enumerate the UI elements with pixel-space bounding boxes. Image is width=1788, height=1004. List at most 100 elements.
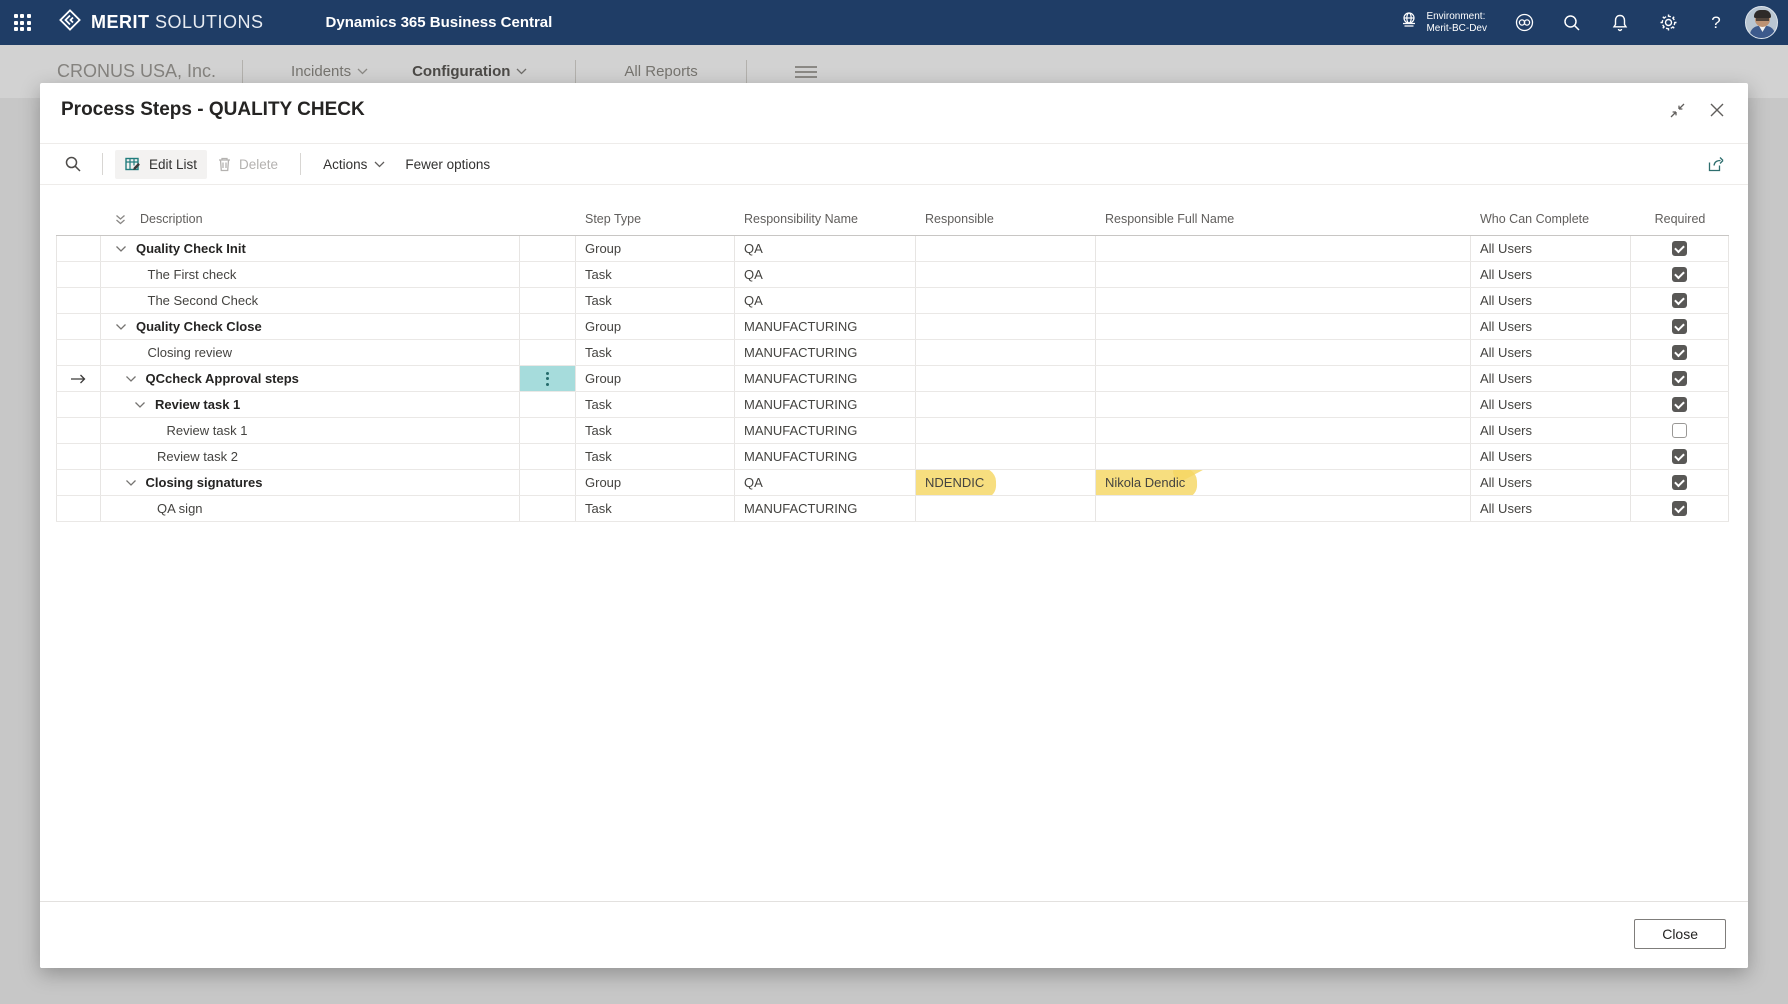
responsible-full-name-cell[interactable]: Nikola Dendic (1096, 470, 1471, 495)
row-selector-cell[interactable] (56, 418, 101, 443)
responsible-cell[interactable] (916, 314, 1096, 339)
responsibility-name-cell[interactable]: QA (735, 236, 916, 261)
responsibility-name-cell[interactable]: MANUFACTURING (735, 366, 916, 391)
delete-button[interactable]: Delete (207, 150, 288, 178)
row-selector-cell[interactable] (56, 496, 101, 521)
table-row[interactable]: Review task 1TaskMANUFACTURINGAll Users (56, 418, 1729, 444)
column-header-required[interactable]: Required (1631, 212, 1729, 235)
share-icon[interactable] (1701, 149, 1732, 179)
responsible-full-name-cell[interactable] (1096, 340, 1471, 365)
description-cell[interactable]: Review task 2 (101, 444, 520, 469)
close-dialog-icon[interactable] (1704, 97, 1730, 123)
table-row[interactable]: QCcheck Approval stepsGroupMANUFACTURING… (56, 366, 1729, 392)
table-row[interactable]: Review task 1TaskMANUFACTURINGAll Users (56, 392, 1729, 418)
description-cell[interactable]: Quality Check Close (101, 314, 520, 339)
company-name[interactable]: CRONUS USA, Inc. (57, 61, 216, 82)
chevron-down-icon[interactable] (115, 245, 127, 253)
required-cell[interactable] (1631, 444, 1729, 469)
close-button[interactable]: Close (1634, 919, 1726, 949)
description-cell[interactable]: QCcheck Approval steps (101, 366, 520, 391)
row-options-cell[interactable] (520, 340, 576, 365)
row-options-cell[interactable] (520, 366, 576, 391)
who-can-complete-cell[interactable]: All Users (1471, 496, 1631, 521)
required-cell[interactable] (1631, 314, 1729, 339)
notifications-bell-icon[interactable] (1601, 4, 1639, 42)
description-cell[interactable]: The Second Check (101, 288, 520, 313)
description-cell[interactable]: QA sign (101, 496, 520, 521)
responsible-cell[interactable] (916, 418, 1096, 443)
column-header-responsible[interactable]: Responsible (916, 212, 1096, 235)
environment-badge[interactable]: Environment: Merit-BC-Dev (1399, 10, 1487, 35)
responsible-cell[interactable] (916, 236, 1096, 261)
required-cell[interactable] (1631, 366, 1729, 391)
row-selector-cell[interactable] (56, 340, 101, 365)
required-checkbox-unchecked[interactable] (1672, 423, 1687, 438)
required-cell[interactable] (1631, 288, 1729, 313)
row-more-options-icon[interactable] (546, 372, 549, 386)
responsible-full-name-cell[interactable] (1096, 366, 1471, 391)
responsible-cell[interactable]: NDENDIC (916, 470, 1096, 495)
step-type-cell[interactable]: Group (576, 470, 735, 495)
who-can-complete-cell[interactable]: All Users (1471, 366, 1631, 391)
required-cell[interactable] (1631, 496, 1729, 521)
responsible-cell[interactable] (916, 496, 1096, 521)
more-menu-icon[interactable] (795, 63, 817, 81)
responsibility-name-cell[interactable]: MANUFACTURING (735, 314, 916, 339)
step-type-cell[interactable]: Task (576, 444, 735, 469)
responsibility-name-cell[interactable]: MANUFACTURING (735, 496, 916, 521)
responsible-full-name-cell[interactable] (1096, 314, 1471, 339)
settings-gear-icon[interactable] (1649, 4, 1687, 42)
step-type-cell[interactable]: Task (576, 262, 735, 287)
responsible-full-name-cell[interactable] (1096, 444, 1471, 469)
row-options-cell[interactable] (520, 418, 576, 443)
responsible-cell[interactable] (916, 444, 1096, 469)
restore-window-icon[interactable] (1664, 97, 1690, 123)
responsibility-name-cell[interactable]: MANUFACTURING (735, 340, 916, 365)
description-cell[interactable]: Review task 1 (101, 418, 520, 443)
table-row[interactable]: Review task 2TaskMANUFACTURINGAll Users (56, 444, 1729, 470)
row-options-cell[interactable] (520, 496, 576, 521)
nav-item-incidents[interactable]: Incidents (291, 63, 368, 80)
description-cell[interactable]: Quality Check Init (101, 236, 520, 261)
row-options-cell[interactable] (520, 288, 576, 313)
table-row[interactable]: QA signTaskMANUFACTURINGAll Users (56, 496, 1729, 522)
description-cell[interactable]: Closing signatures (101, 470, 520, 495)
responsibility-name-cell[interactable]: QA (735, 262, 916, 287)
row-selector-cell[interactable] (56, 236, 101, 261)
table-row[interactable]: Quality Check InitGroupQAAll Users (56, 236, 1729, 262)
responsible-full-name-cell[interactable] (1096, 418, 1471, 443)
required-cell[interactable] (1631, 392, 1729, 417)
required-cell[interactable] (1631, 236, 1729, 261)
required-checkbox-checked[interactable] (1672, 293, 1687, 308)
responsibility-name-cell[interactable]: MANUFACTURING (735, 444, 916, 469)
row-options-cell[interactable] (520, 470, 576, 495)
description-cell[interactable]: The First check (101, 262, 520, 287)
row-options-cell[interactable] (520, 236, 576, 261)
required-checkbox-checked[interactable] (1672, 267, 1687, 282)
chevron-down-icon[interactable] (125, 375, 137, 383)
row-selector-cell[interactable] (56, 470, 101, 495)
column-header-responsibility-name[interactable]: Responsibility Name (735, 212, 916, 235)
required-checkbox-checked[interactable] (1672, 475, 1687, 490)
responsible-full-name-cell[interactable] (1096, 496, 1471, 521)
description-cell[interactable]: Closing review (101, 340, 520, 365)
chevron-down-icon[interactable] (134, 401, 146, 409)
column-header-step-type[interactable]: Step Type (576, 212, 735, 235)
step-type-cell[interactable]: Group (576, 236, 735, 261)
fewer-options-button[interactable]: Fewer options (395, 151, 500, 178)
responsible-full-name-cell[interactable] (1096, 288, 1471, 313)
row-options-cell[interactable] (520, 262, 576, 287)
who-can-complete-cell[interactable]: All Users (1471, 262, 1631, 287)
app-title[interactable]: Dynamics 365 Business Central (326, 14, 553, 31)
help-icon[interactable]: ? (1697, 4, 1735, 42)
required-cell[interactable] (1631, 470, 1729, 495)
column-header-responsible-full-name[interactable]: Responsible Full Name (1096, 212, 1471, 235)
required-cell[interactable] (1631, 262, 1729, 287)
required-checkbox-checked[interactable] (1672, 371, 1687, 386)
who-can-complete-cell[interactable]: All Users (1471, 340, 1631, 365)
row-selector-cell[interactable] (56, 392, 101, 417)
step-type-cell[interactable]: Task (576, 392, 735, 417)
row-selector-cell[interactable] (56, 314, 101, 339)
step-type-cell[interactable]: Group (576, 314, 735, 339)
responsible-full-name-cell[interactable] (1096, 236, 1471, 261)
